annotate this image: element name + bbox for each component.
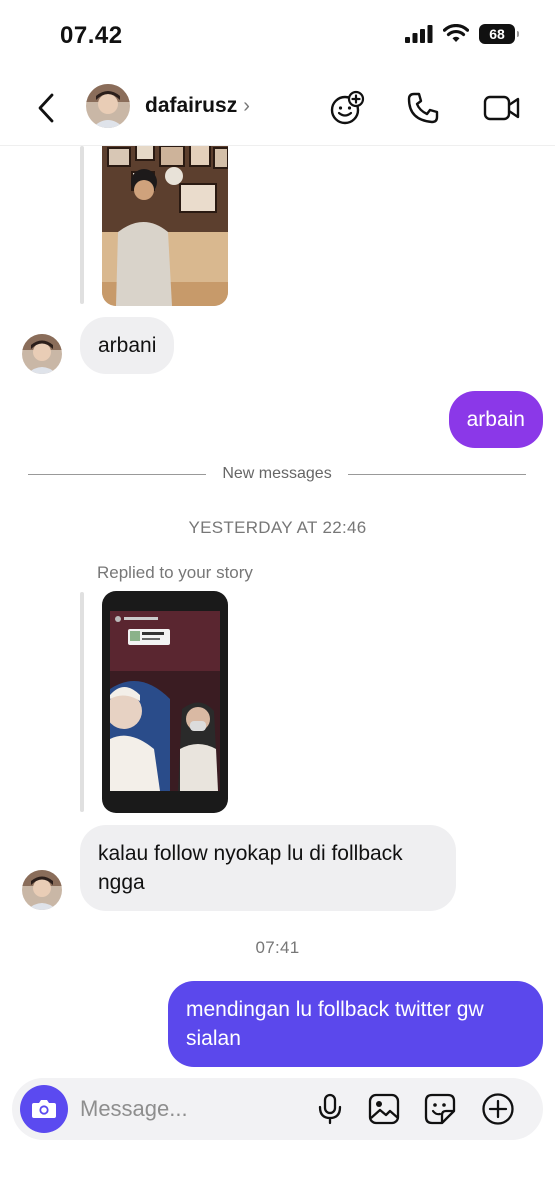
plus-circle-icon [482,1093,514,1125]
chevron-right-icon: › [243,94,250,117]
back-button[interactable] [28,88,64,128]
message-received[interactable]: kalau follow nyokap lu di follback ngga [80,825,456,911]
back-chevron-icon [38,93,54,123]
microphone-icon [318,1093,342,1125]
sender-avatar[interactable] [22,870,62,910]
story-thumbnail[interactable] [102,591,228,813]
gallery-icon [368,1093,400,1125]
message-sent[interactable]: arbain [448,391,543,448]
replied-to-story-label: Replied to your story [97,563,253,582]
status-icons: 68 [405,24,519,44]
phone-icon [407,92,439,124]
message-composer [12,1078,543,1140]
message-sent[interactable]: mendingan lu follback twitter gw sialan [168,981,543,1067]
signal-icon [405,25,433,43]
reply-indicator-bar [80,146,84,304]
new-messages-divider: New messages [28,464,526,484]
message-line: kalau follow nyokap lu di follback [98,842,403,865]
chat-header: dafairusz › [0,72,555,146]
reply-indicator-bar [80,592,84,812]
sticker-add-icon [330,90,365,125]
more-options-button[interactable] [480,1091,516,1127]
divider-line [28,473,207,475]
sticker-add-button[interactable] [327,88,367,128]
battery-indicator: 68 [479,24,519,44]
status-time: 07.42 [60,22,123,49]
camera-button[interactable] [20,1085,68,1133]
chat-thread: arbani arbain New messages YESTERDAY AT … [0,146,555,1076]
header-avatar[interactable] [86,84,130,128]
username-text: dafairusz [145,94,238,117]
timestamp: 07:41 [255,938,300,957]
gallery-button[interactable] [366,1091,402,1127]
sticker-icon [424,1093,456,1125]
video-call-button[interactable] [482,88,522,128]
sender-avatar[interactable] [22,334,62,374]
message-line: ngga [98,871,145,894]
call-button[interactable] [403,88,443,128]
video-icon [483,95,520,121]
status-bar: 07.42 68 [0,0,555,72]
divider-line [347,473,526,475]
message-input[interactable] [80,1093,300,1125]
timestamp: YESTERDAY AT 22:46 [188,518,367,537]
voice-message-button[interactable] [312,1091,348,1127]
message-received[interactable]: arbani [80,317,175,374]
wifi-icon [443,24,469,42]
story-thumbnail[interactable] [102,146,228,306]
header-username[interactable]: dafairusz › [145,94,250,118]
new-messages-label: New messages [222,465,332,482]
sticker-button[interactable] [422,1091,458,1127]
message-line: mendingan lu follback twitter gw [186,998,484,1021]
camera-icon [32,1100,56,1118]
message-line: sialan [186,1027,241,1050]
